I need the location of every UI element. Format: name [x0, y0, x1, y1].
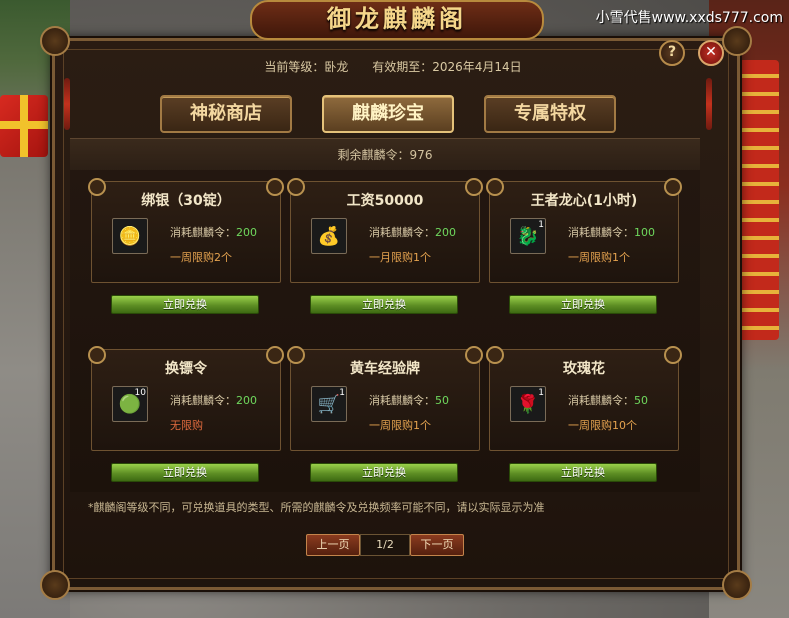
item-cost: 消耗麒麟令：200 [170, 226, 257, 239]
item-card-dragon-heart: 王者龙心(1小时) 🐉 1 消耗麒麟令：100 一周限购1个 [486, 178, 682, 283]
item-limit: 一月限购1个 [369, 251, 431, 264]
exchange-button[interactable]: 立即兑换 [310, 295, 458, 314]
item-limit: 一周限购10个 [568, 419, 637, 432]
tab-mystery-shop[interactable]: 神秘商店 [160, 95, 292, 133]
item-limit: 一周限购1个 [369, 419, 431, 432]
gold-pot-icon[interactable]: 💰 [311, 218, 347, 254]
corner-ornament-bottom-right [722, 570, 752, 600]
escort-token-icon[interactable]: 🟢 10 [112, 386, 148, 422]
page-indicator: 1/2 [360, 534, 410, 556]
item-card-gold-cart-exp: 黄车经验牌 🛒 1 消耗麒麟令：50 一周限购1个 [287, 346, 483, 451]
dragon-heart-icon[interactable]: 🐉 1 [510, 218, 546, 254]
item-name: 绑银（30锭） [141, 193, 231, 209]
item-cost: 消耗麒麟令：100 [568, 226, 655, 239]
membership-info-bar: 当前等级：卧龙 有效期至：2026年4月14日 [52, 58, 734, 75]
window-title: 御龙麒麟阁 [250, 0, 544, 40]
remaining-tokens-bar: 剩余麒麟令：976 [70, 138, 700, 172]
expiry-date-text: 有效期至：2026年4月14日 [372, 60, 522, 74]
watermark-text: 小雪代售www.xxds777.com [595, 10, 783, 26]
exchange-button[interactable]: 立即兑换 [111, 295, 259, 314]
item-name: 换镖令 [165, 361, 207, 377]
item-card-escort-token: 换镖令 🟢 10 消耗麒麟令：200 无限购 [88, 346, 284, 451]
prev-page-button[interactable]: 上一页 [306, 534, 360, 556]
exchange-button[interactable]: 立即兑换 [310, 463, 458, 482]
item-cost: 消耗麒麟令：50 [369, 394, 449, 407]
gift-box-decoration [0, 95, 48, 157]
current-level-text: 当前等级：卧龙 [264, 60, 349, 74]
item-limit: 一周限购2个 [170, 251, 232, 264]
tab-qilin-treasure[interactable]: 麒麟珍宝 [322, 95, 454, 133]
item-name: 黄车经验牌 [350, 361, 420, 377]
gold-cart-icon[interactable]: 🛒 1 [311, 386, 347, 422]
tab-exclusive-privilege[interactable]: 专属特权 [484, 95, 616, 133]
item-name: 工资50000 [346, 193, 424, 209]
exchange-button[interactable]: 立即兑换 [509, 295, 657, 314]
item-card-salary: 工资50000 💰 消耗麒麟令：200 一月限购1个 [287, 178, 483, 283]
silver-ingot-icon[interactable]: 🪙 [112, 218, 148, 254]
next-page-button[interactable]: 下一页 [410, 534, 464, 556]
item-name: 王者龙心(1小时) [530, 193, 638, 209]
corner-ornament-top-left [40, 26, 70, 56]
rose-icon[interactable]: 🌹 1 [510, 386, 546, 422]
lantern-right-icon [706, 78, 712, 130]
item-name: 玫瑰花 [563, 361, 605, 377]
item-card-rose: 玫瑰花 🌹 1 消耗麒麟令：50 一周限购10个 [486, 346, 682, 451]
item-limit: 无限购 [170, 419, 203, 432]
exchange-button[interactable]: 立即兑换 [509, 463, 657, 482]
disclaimer-note: *麒麟阁等级不同，可兑换道具的类型、所需的麒麟令及兑换频率可能不同，请以实际显示… [88, 501, 545, 514]
item-limit: 一周限购1个 [568, 251, 630, 264]
item-cost: 消耗麒麟令：200 [170, 394, 257, 407]
item-cost: 消耗麒麟令：200 [369, 226, 456, 239]
corner-ornament-top-right [722, 26, 752, 56]
item-card-bound-silver: 绑银（30锭） 🪙 消耗麒麟令：200 一周限购2个 [88, 178, 284, 283]
lantern-left-icon [64, 78, 70, 130]
corner-ornament-bottom-left [40, 570, 70, 600]
item-cost: 消耗麒麟令：50 [568, 394, 648, 407]
exchange-button[interactable]: 立即兑换 [111, 463, 259, 482]
